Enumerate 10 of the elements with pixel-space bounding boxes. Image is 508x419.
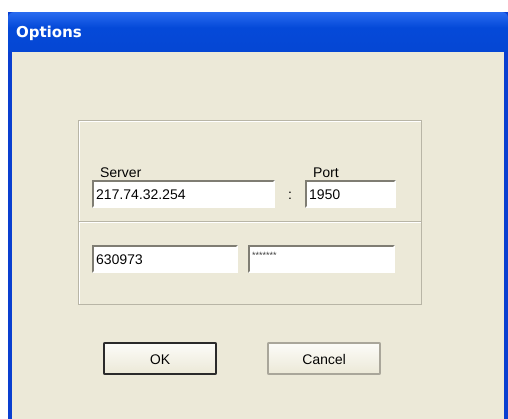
- separator-text: :: [287, 185, 293, 204]
- login-field[interactable]: 630973: [92, 245, 238, 273]
- ok-button[interactable]: OK: [103, 342, 217, 375]
- window-title: Options: [16, 23, 82, 41]
- field-label: Port: [312, 164, 340, 180]
- server-field[interactable]: 217.74.32.254: [92, 180, 275, 208]
- password-field[interactable]: *******: [248, 245, 395, 273]
- cancel-button[interactable]: Cancel: [267, 342, 381, 375]
- field-label: Server: [99, 164, 142, 180]
- port-field[interactable]: 1950: [305, 180, 396, 208]
